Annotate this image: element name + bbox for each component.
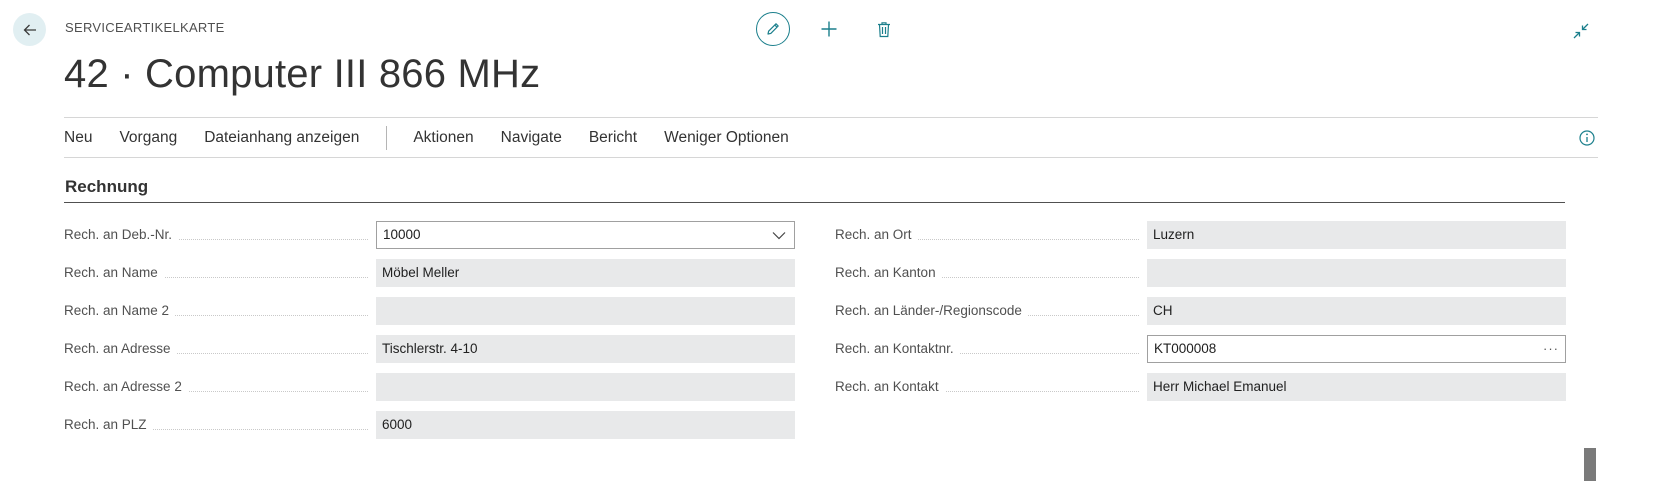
field-bill-to-address-2: Rech. an Adresse 2 (64, 373, 795, 401)
action-process[interactable]: Vorgang (119, 129, 177, 147)
field-value: 10000 (383, 227, 421, 242)
bill-to-post-code-value: 6000 (376, 411, 795, 439)
section-divider (64, 202, 1565, 203)
field-bill-to-post-code: Rech. an PLZ 6000 (64, 411, 795, 439)
field-bill-to-county: Rech. an Kanton (835, 259, 1566, 287)
bill-to-contact-value: Herr Michael Emanuel (1147, 373, 1566, 401)
pencil-icon (767, 23, 779, 35)
action-report[interactable]: Bericht (589, 129, 637, 147)
field-label: Rech. an Kontakt (835, 379, 945, 394)
field-value: KT000008 (1154, 341, 1217, 356)
field-label: Rech. an Deb.-Nr. (64, 227, 179, 242)
bill-to-customer-no-input[interactable]: 10000 (376, 221, 795, 249)
info-icon[interactable] (1578, 129, 1596, 147)
delete-button[interactable] (871, 16, 897, 42)
bill-to-city-value: Luzern (1147, 221, 1566, 249)
collapse-icon (1573, 23, 1589, 39)
field-label: Rech. an Adresse 2 (64, 379, 188, 394)
bill-to-name-2-value (376, 297, 795, 325)
field-bill-to-name: Rech. an Name Möbel Meller (64, 259, 795, 287)
field-bill-to-country-code: Rech. an Länder-/Regionscode CH (835, 297, 1566, 325)
field-bill-to-contact-no: Rech. an Kontaktnr. KT000008 ··· (835, 335, 1566, 363)
bill-to-address-2-value (376, 373, 795, 401)
action-actions[interactable]: Aktionen (413, 129, 473, 147)
bill-to-county-value (1147, 259, 1566, 287)
section-title: Rechnung (65, 177, 149, 196)
action-fewer-options[interactable]: Weniger Optionen (664, 129, 789, 147)
scrollbar-thumb[interactable] (1584, 448, 1596, 481)
action-separator (386, 125, 388, 150)
field-bill-to-name-2: Rech. an Name 2 (64, 297, 795, 325)
action-navigate[interactable]: Navigate (501, 129, 562, 147)
field-label: Rech. an Name (64, 265, 164, 280)
field-bill-to-contact: Rech. an Kontakt Herr Michael Emanuel (835, 373, 1566, 401)
field-label: Rech. an Länder-/Regionscode (835, 303, 1028, 318)
page-caption: SERVICEARTIKELKARTE (65, 20, 225, 35)
edit-button[interactable] (756, 12, 790, 46)
bill-to-address-value: Tischlerstr. 4-10 (376, 335, 795, 363)
field-bill-to-city: Rech. an Ort Luzern (835, 221, 1566, 249)
arrow-left-icon (23, 24, 36, 35)
action-new[interactable]: Neu (64, 129, 92, 147)
field-label: Rech. an Name 2 (64, 303, 176, 318)
field-label: Rech. an Adresse (64, 341, 177, 356)
collapse-button[interactable] (1568, 18, 1594, 44)
field-bill-to-customer-no: Rech. an Deb.-Nr. 10000 (64, 221, 795, 249)
back-button[interactable] (13, 13, 46, 46)
action-bar: Neu Vorgang Dateianhang anzeigen Aktione… (64, 118, 1598, 158)
field-bill-to-address: Rech. an Adresse Tischlerstr. 4-10 (64, 335, 795, 363)
bill-to-contact-no-input[interactable]: KT000008 ··· (1147, 335, 1566, 363)
action-show-attachment[interactable]: Dateianhang anzeigen (204, 129, 359, 147)
plus-icon (821, 21, 837, 37)
add-button[interactable] (816, 16, 842, 42)
trash-icon (878, 21, 890, 37)
field-label: Rech. an PLZ (64, 417, 153, 432)
bill-to-country-code-value: CH (1147, 297, 1566, 325)
field-label: Rech. an Ort (835, 227, 918, 242)
page-title: 42 · Computer III 866 MHz (64, 52, 541, 96)
field-label: Rech. an Kanton (835, 265, 942, 280)
bill-to-name-value: Möbel Meller (376, 259, 795, 287)
field-label: Rech. an Kontaktnr. (835, 341, 960, 356)
chevron-down-icon[interactable] (772, 231, 786, 240)
lookup-ellipsis-icon[interactable]: ··· (1543, 336, 1559, 362)
